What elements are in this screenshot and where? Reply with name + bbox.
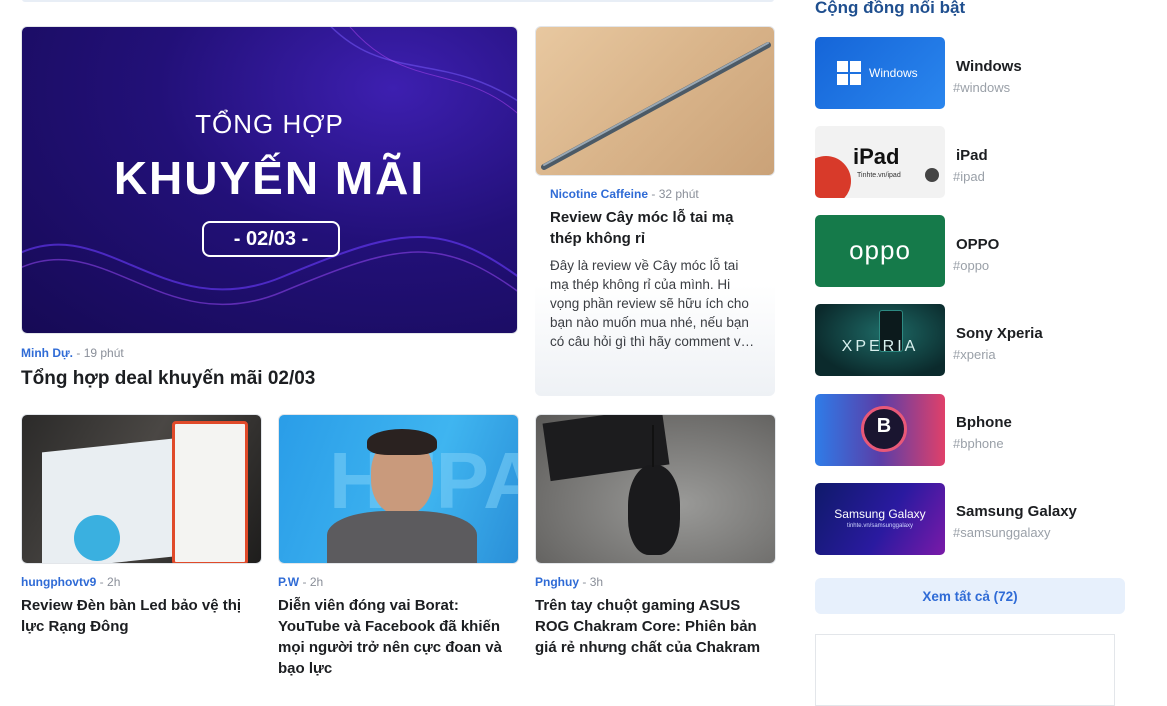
community-thumb-samsung-galaxy[interactable]: Samsung Galaxy tinhte.vn/samsunggalaxy xyxy=(815,483,945,555)
article-author[interactable]: hungphovtv9 xyxy=(21,575,96,589)
community-tag: #bphone xyxy=(953,436,1004,451)
community-thumb-bphone[interactable]: B xyxy=(815,394,945,466)
side-article-author[interactable]: Nicotine Caffeine xyxy=(550,187,648,201)
community-name[interactable]: Windows xyxy=(956,58,1022,75)
article-meta: Pnghuy - 3h xyxy=(535,575,603,589)
article-image-borat[interactable]: HFPA xyxy=(278,414,519,564)
community-thumb-ipad[interactable]: iPad Tinhte.vn/ipad xyxy=(815,126,945,198)
meta-separator: - xyxy=(651,187,656,201)
windows-logo-icon xyxy=(837,61,861,85)
community-thumb-label: Windows xyxy=(869,66,918,80)
community-tag: #oppo xyxy=(953,258,990,273)
article-time: 3h xyxy=(589,575,604,589)
community-tag: #xperia xyxy=(953,347,996,362)
article-meta: hungphovtv9 - 2h xyxy=(21,575,120,589)
article-title[interactable]: Trên tay chuột gaming ASUS ROG Chakram C… xyxy=(535,595,775,658)
meta-separator: - xyxy=(99,575,104,589)
article-image-lamp[interactable] xyxy=(21,414,262,564)
lamp-badge xyxy=(74,515,120,561)
top-divider xyxy=(22,0,774,2)
article-author[interactable]: Pnghuy xyxy=(535,575,579,589)
sidebar-ad-box xyxy=(815,634,1115,706)
article-image-mouse[interactable] xyxy=(535,414,776,564)
article-title[interactable]: Diễn viên đóng vai Borat: YouTube và Fac… xyxy=(278,595,508,679)
community-name[interactable]: iPad xyxy=(956,147,988,164)
community-name[interactable]: Bphone xyxy=(956,414,1012,431)
article-meta: P.W - 2h xyxy=(278,575,323,589)
community-thumb-windows[interactable]: Windows xyxy=(815,37,945,109)
person-hair xyxy=(367,429,437,455)
person-suit xyxy=(327,511,477,563)
community-tag: #windows xyxy=(953,80,1011,95)
community-name[interactable]: OPPO xyxy=(956,236,999,253)
featured-meta: Minh Dự. - 19 phút xyxy=(21,346,124,360)
community-thumb-label: B xyxy=(876,415,892,437)
side-article-excerpt: Đây là review về Cây móc lỗ tai mạ thép … xyxy=(550,258,755,349)
featured-image-line2: KHUYẾN MÃI xyxy=(113,152,426,204)
article-title[interactable]: Review Đèn bàn Led bảo vệ thị lực Rạng Đ… xyxy=(21,595,256,637)
lamp-head xyxy=(172,421,248,563)
community-thumb-sub: tinhte.vn/samsunggalaxy xyxy=(846,523,914,529)
meta-separator: - xyxy=(582,575,587,589)
community-thumb-xperia[interactable]: XPERIA xyxy=(815,304,945,376)
featured-image-date: - 02/03 - xyxy=(202,221,340,257)
community-tag: #ipad xyxy=(953,169,985,184)
community-thumb-label: iPad xyxy=(853,144,900,169)
side-article-time: 32 phút xyxy=(658,187,699,201)
ear-pick-shape xyxy=(541,42,771,170)
communities-heading: Cộng đồng nổi bật xyxy=(815,0,966,17)
article-author[interactable]: P.W xyxy=(278,575,299,589)
community-thumb-oppo[interactable]: oppo xyxy=(815,215,945,287)
meta-separator: - xyxy=(302,575,307,589)
mouse-body xyxy=(628,465,680,555)
side-article-meta: Nicotine Caffeine - 32 phút xyxy=(550,187,699,201)
side-article-title[interactable]: Review Cây móc lỗ tai mạ thép không rỉ xyxy=(550,207,750,249)
round-logo-icon xyxy=(925,168,939,182)
meta-separator: - xyxy=(76,346,81,360)
community-name[interactable]: Sony Xperia xyxy=(956,325,1043,342)
side-article-image[interactable] xyxy=(535,26,775,176)
community-name[interactable]: Samsung Galaxy xyxy=(956,503,1077,520)
see-all-communities-button[interactable]: Xem tất cả (72) xyxy=(815,578,1125,614)
featured-image-line1: TỔNG HỢP xyxy=(195,109,344,139)
community-thumb-label: Samsung Galaxy xyxy=(834,507,926,521)
featured-time: 19 phút xyxy=(83,346,124,360)
featured-image[interactable]: TỔNG HỢP KHUYẾN MÃI - 02/03 - xyxy=(21,26,518,334)
community-thumb-label: oppo xyxy=(849,235,911,265)
community-thumb-label: XPERIA xyxy=(841,338,919,355)
red-wave-decoration xyxy=(815,156,851,198)
mouse-cable xyxy=(652,425,654,467)
community-thumb-sub: Tinhte.vn/ipad xyxy=(857,172,901,179)
featured-title[interactable]: Tổng hợp deal khuyến mãi 02/03 xyxy=(21,368,516,390)
community-tag: #samsunggalaxy xyxy=(953,525,1051,540)
featured-author[interactable]: Minh Dự. xyxy=(21,346,73,360)
article-time: 2h xyxy=(309,575,324,589)
article-time: 2h xyxy=(107,575,121,589)
